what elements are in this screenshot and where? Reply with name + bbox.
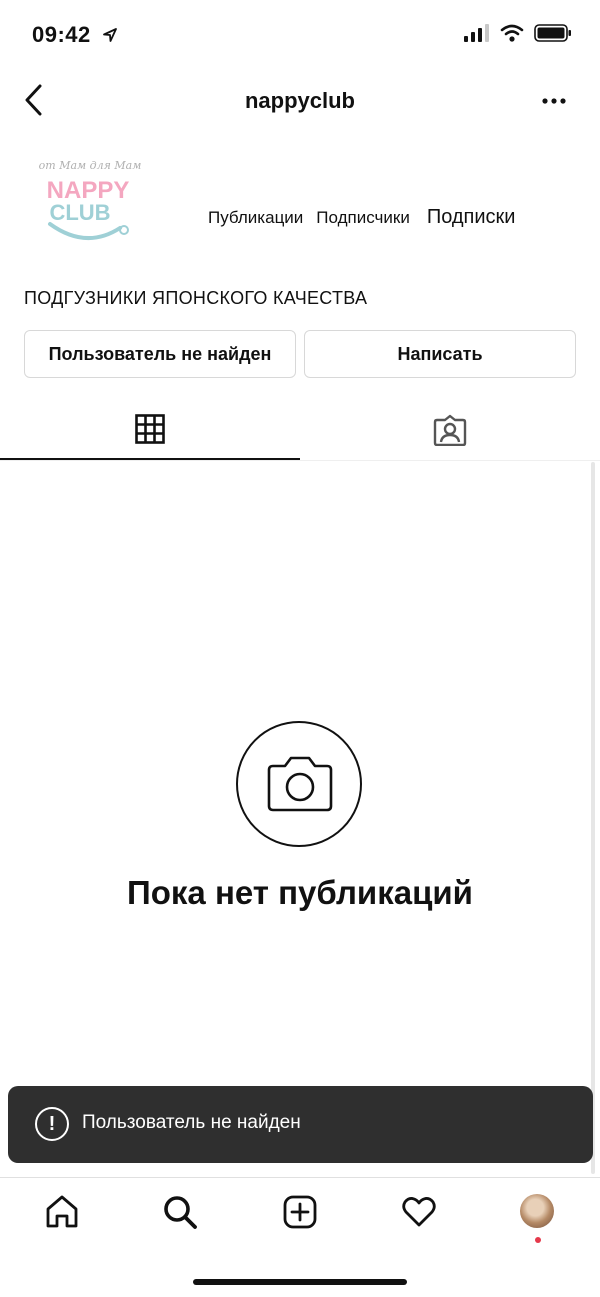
toast-notification[interactable]: ! Пользователь не найден (8, 1086, 593, 1163)
stat-posts[interactable]: Публикации (208, 208, 303, 228)
tagged-person-icon (433, 414, 467, 446)
tab-divider (0, 460, 600, 461)
grid-icon (135, 414, 165, 444)
exclamation-icon: ! (35, 1107, 69, 1141)
location-arrow-icon (102, 27, 118, 43)
stat-following[interactable]: Подписки (427, 206, 516, 229)
camera-icon (265, 754, 335, 814)
empty-state-circle (236, 721, 362, 847)
logo-tagline: от Мам для Мам (39, 159, 142, 172)
page-title: nappyclub (244, 88, 355, 113)
profile-logo: от Мам для Мам NAPPY CLUB (38, 152, 142, 248)
scrollbar[interactable] (591, 462, 595, 1174)
bottom-nav-divider (0, 1177, 600, 1178)
logo-line2: CLUB (49, 200, 110, 225)
empty-state-text: Пока нет публикаций (127, 874, 473, 911)
battery-icon (534, 24, 572, 42)
profile-avatar[interactable] (520, 1194, 554, 1228)
toast-text: Пользователь не найден (82, 1112, 301, 1133)
stat-followers[interactable]: Подписчики (316, 208, 410, 228)
profile-stats: Публикации Подписчики Подписки (208, 206, 515, 229)
signal-icon (464, 24, 490, 42)
home-icon[interactable] (44, 1194, 80, 1230)
home-indicator (193, 1279, 407, 1285)
tab-tagged[interactable] (300, 400, 600, 460)
tab-grid[interactable] (0, 400, 300, 460)
notification-dot (535, 1237, 541, 1243)
status-icons (464, 24, 572, 42)
user-not-found-button[interactable]: Пользователь не найден (24, 330, 296, 378)
more-options-icon[interactable] (542, 98, 566, 104)
profile-bio: ПОДГУЗНИКИ ЯПОНСКОГО КАЧЕСТВА (24, 288, 368, 308)
message-button[interactable]: Написать (304, 330, 576, 378)
status-time: 09:42 (32, 22, 91, 47)
heart-icon[interactable] (401, 1194, 437, 1230)
add-post-icon[interactable] (282, 1194, 318, 1230)
search-icon[interactable] (162, 1194, 198, 1230)
wifi-icon (500, 24, 524, 42)
